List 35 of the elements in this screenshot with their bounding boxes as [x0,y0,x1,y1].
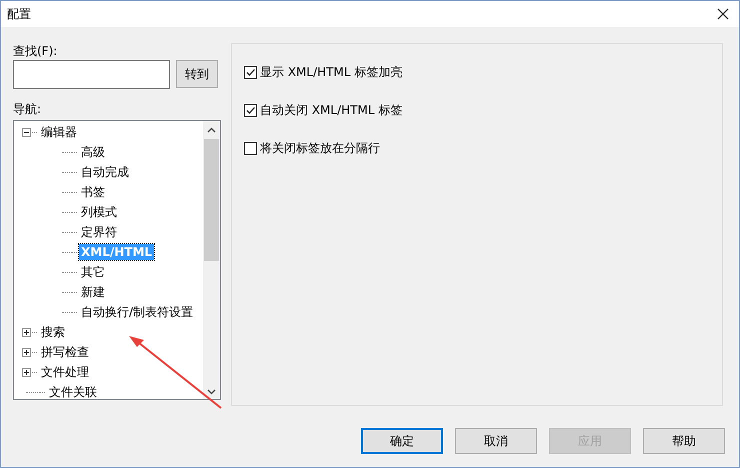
expand-icon[interactable] [22,368,31,376]
close-icon[interactable] [717,8,729,20]
tree-item[interactable]: 高级 [79,142,107,162]
expand-icon[interactable] [22,328,31,336]
scroll-down-icon[interactable] [207,389,216,395]
find-field[interactable] [13,60,170,89]
tree-item[interactable]: 其它 [79,262,107,282]
option-label: 将关闭标签放在分隔行 [260,140,380,157]
dialog-button[interactable]: 取消 [455,428,537,454]
option-label: 显示 XML/HTML 标签加亮 [260,64,402,81]
tree-item[interactable]: 定界符 [79,222,119,242]
tree-item[interactable]: 书签 [79,182,107,202]
expand-icon[interactable] [22,348,31,356]
find-label: 查找(F): [13,43,58,59]
scrollbar[interactable] [203,121,220,399]
tree-item[interactable]: 编辑器 [39,122,79,142]
tree-item[interactable]: 拼写检查 [39,342,91,362]
window-title: 配置 [7,6,31,22]
tree-item[interactable]: 搜索 [39,322,67,342]
collapse-icon[interactable] [22,128,31,136]
tree-item[interactable]: 列模式 [79,202,119,222]
tree-item[interactable]: 新建 [79,282,107,302]
go-button[interactable]: 转到 [176,60,218,88]
dialog-button[interactable]: 确定 [361,428,443,454]
navigation-label: 导航: [13,101,42,117]
tree-item[interactable]: 文件关联 [47,382,99,399]
tree-item[interactable]: 自动完成 [79,162,131,182]
option-label: 自动关闭 XML/HTML 标签 [260,102,402,119]
tree-item[interactable]: 自动换行/制表符设置 [79,302,196,322]
dialog-button[interactable]: 帮助 [643,428,725,454]
tree-item[interactable]: 文件处理 [39,362,91,382]
checkbox[interactable] [244,66,257,79]
checkbox[interactable] [244,104,257,117]
scroll-up-icon[interactable] [207,127,216,133]
checkbox[interactable] [244,142,257,155]
